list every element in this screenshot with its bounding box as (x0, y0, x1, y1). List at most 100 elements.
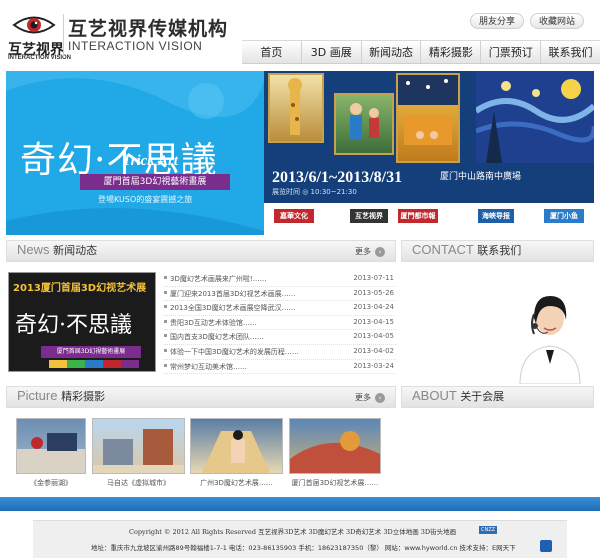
logo-divider (63, 14, 64, 56)
sponsor-logo: 厦門都市報 (398, 209, 438, 223)
news-thumb-tag: 厦門首屆3D幻視藝術畫展 (41, 346, 141, 358)
bullet-icon (164, 334, 167, 338)
nav-item-home[interactable]: 首页 (242, 41, 301, 63)
pictures-section-header: Picture 精彩摄影 更多 › (6, 386, 396, 408)
news-item-title[interactable]: 国内首支3D魔幻艺术团队…… (170, 332, 264, 342)
banner-subtitle: 登場KUSO的盛宴震撼之旅 (98, 195, 193, 204)
news-item-date: 2013-03-24 (353, 361, 394, 370)
news-more-link[interactable]: 更多 (355, 246, 371, 257)
news-item[interactable]: 2013全国3D魔幻艺术画展空降武汉…… 2013-04-24 (164, 301, 396, 316)
bullet-icon (164, 290, 167, 294)
bullet-icon (164, 276, 167, 279)
news-item-title[interactable]: 厦门迎来2013首届3D幻视艺术画展…… (170, 289, 296, 299)
pictures-title-cn: 精彩摄影 (61, 390, 106, 403)
pictures-section-title: Picture 精彩摄影 (17, 388, 105, 404)
about-title-en: ABOUT (412, 388, 457, 403)
sponsor-logo: 嘉華文化 (274, 209, 314, 223)
banner-trick-art: Trick Art (122, 153, 178, 169)
contact-address: 地址：重庆市九龙坡区渝州路89号翰福楼1-7-1 电话：023-86135903… (91, 544, 516, 552)
news-item[interactable]: 3D魔幻艺术画展来广州啦!…… 2013-07-11 (164, 272, 396, 287)
bullet-icon (164, 319, 167, 323)
hero-banner[interactable]: 奇幻·不思議 Trick Art 厦門首屆3D幻視藝術畫展 登場KUSO的盛宴震… (6, 71, 594, 235)
exhibition-time: 展览时间 ◎ 10:30~21:30 (272, 188, 357, 196)
exhibition-date: 2013/6/1~2013/8/31 (272, 169, 403, 186)
news-item-title[interactable]: 贵阳3D互动艺术体验馆…… (170, 318, 257, 328)
sponsor-logo: 厦门小鱼 (544, 209, 584, 223)
news-item-title[interactable]: 体验一下中国3D魔幻艺术的发展历程…… (170, 347, 299, 357)
sponsor-strip: 嘉華文化 互艺视界 厦門都市報 海峡导报 厦门小鱼 (264, 203, 594, 235)
news-thumb-color-strip (49, 360, 139, 368)
about-title-cn: 关于会展 (460, 390, 505, 403)
about-section-title: ABOUT 关于会展 (412, 388, 504, 404)
news-list: 3D魔幻艺术画展来广州啦!…… 2013-07-11 厦门迎来2013首届3D幻视… (164, 272, 396, 375)
news-item[interactable]: 贵阳3D互动艺术体验馆…… 2013-04-15 (164, 316, 396, 331)
photo-caption[interactable]: 厦门首届3D幻视艺术展…… (289, 478, 381, 488)
news-thumbnail-image[interactable]: 2013厦门首届3D幻视艺术展 奇幻·不思議 厦門首屆3D幻視藝術畫展 (8, 272, 156, 372)
news-item-title[interactable]: 常州梦幻互动美术馆…… (170, 362, 247, 372)
bullet-icon (164, 348, 167, 352)
bullet-icon (164, 305, 167, 309)
photo-thumbnail[interactable] (190, 418, 283, 474)
news-item-date: 2013-07-11 (353, 274, 394, 282)
more-arrow-icon[interactable]: › (375, 247, 385, 257)
news-item-date: 2013-04-02 (353, 346, 394, 355)
artwork-cafe-image (396, 73, 460, 163)
news-item[interactable]: 常州梦幻互动美术馆…… 2013-03-24 (164, 360, 396, 375)
logo-small-en: INTERACTION VISION (8, 55, 72, 61)
sponsor-logo: 互艺视界 (350, 209, 388, 223)
artwork-starry-night-image (474, 71, 594, 163)
footer-blue-bar (0, 497, 600, 511)
site-header: 互艺视界 INTERACTION VISION 互艺视界传媒机构 INTERAC… (0, 0, 600, 70)
police-badge-icon[interactable] (540, 540, 552, 552)
news-thumb-headline: 奇幻·不思議 (15, 313, 132, 338)
news-item[interactable]: 国内首支3D魔幻艺术团队…… 2013-04-05 (164, 330, 396, 345)
banner-right-panel: 2013/6/1~2013/8/31 厦门中山路南中廣場 展览时间 ◎ 10:3… (264, 71, 594, 235)
share-link[interactable]: 朋友分享 (470, 13, 525, 29)
news-title-en: News (17, 242, 50, 257)
nav-item-3d-exhibition[interactable]: 3D 画展 (300, 41, 361, 63)
contact-title-cn: 联系我们 (477, 244, 522, 257)
main-nav: 首页 3D 画展 新闻动态 精彩摄影 门票预订 联系我们 (242, 40, 600, 64)
photo-thumbnail[interactable] (16, 418, 86, 474)
news-section-header: News 新闻动态 更多 › (6, 240, 396, 262)
site-footer: Copyright © 2012 All Rights Reserved 互艺视… (33, 520, 567, 558)
photo-caption[interactable]: 《金参丽湖》 (16, 478, 86, 488)
news-item-date: 2013-04-15 (353, 317, 394, 326)
brand-name-en: INTERACTION VISION (68, 39, 203, 53)
photo-thumbnail[interactable] (92, 418, 185, 474)
pictures-title-en: Picture (17, 388, 58, 403)
pictures-more-link[interactable]: 更多 (355, 392, 371, 403)
cnzz-stat-badge[interactable]: CNZZ (479, 526, 498, 534)
contact-section-header: CONTACT 联系我们 (401, 240, 594, 262)
more-arrow-icon[interactable]: › (375, 393, 385, 403)
news-section-title: News 新闻动态 (17, 242, 97, 258)
news-thumb-caption: 2013厦门首届3D幻视艺术展 (13, 283, 147, 294)
eye-logo-icon[interactable] (12, 14, 56, 36)
about-section-header: ABOUT 关于会展 (401, 386, 594, 408)
news-item[interactable]: 厦门迎来2013首届3D幻视艺术画展…… 2013-05-26 (164, 287, 396, 302)
nav-item-tickets[interactable]: 门票预订 (480, 41, 540, 63)
contact-section-title: CONTACT 联系我们 (412, 242, 521, 258)
photo-caption[interactable]: 马自达《虚拟城市》 (92, 478, 185, 488)
news-item-title[interactable]: 2013全国3D魔幻艺术画展空降武汉…… (170, 303, 296, 313)
photo-thumbnail[interactable] (289, 418, 381, 474)
photo-caption[interactable]: 广州3D魔幻艺术展…… (190, 478, 283, 488)
news-item-date: 2013-04-05 (353, 332, 394, 341)
nav-item-contact[interactable]: 联系我们 (540, 41, 600, 63)
bookmark-link[interactable]: 收藏网站 (530, 13, 585, 29)
banner-left-panel: 奇幻·不思議 Trick Art 厦門首屆3D幻視藝術畫展 登場KUSO的盛宴震… (6, 71, 264, 235)
sponsor-logo: 海峡导报 (478, 209, 514, 223)
news-item-title[interactable]: 3D魔幻艺术画展来广州啦!…… (170, 274, 267, 284)
nav-item-photos[interactable]: 精彩摄影 (420, 41, 480, 63)
bullet-icon (164, 363, 167, 367)
news-item[interactable]: 体验一下中国3D魔幻艺术的发展历程…… 2013-04-02 (164, 345, 396, 360)
brand-name-cn: 互艺视界传媒机构 (68, 18, 229, 40)
exhibition-venue: 厦门中山路南中廣場 (440, 172, 522, 182)
news-item-date: 2013-05-26 (353, 288, 394, 297)
banner-tag: 厦門首屆3D幻視藝術畫展 (80, 174, 230, 190)
artwork-people-image (334, 93, 394, 155)
artwork-giraffe-image (268, 73, 324, 143)
nav-item-news[interactable]: 新闻动态 (360, 41, 421, 63)
news-title-cn: 新闻动态 (53, 244, 98, 257)
news-item-date: 2013-04-24 (353, 303, 394, 312)
